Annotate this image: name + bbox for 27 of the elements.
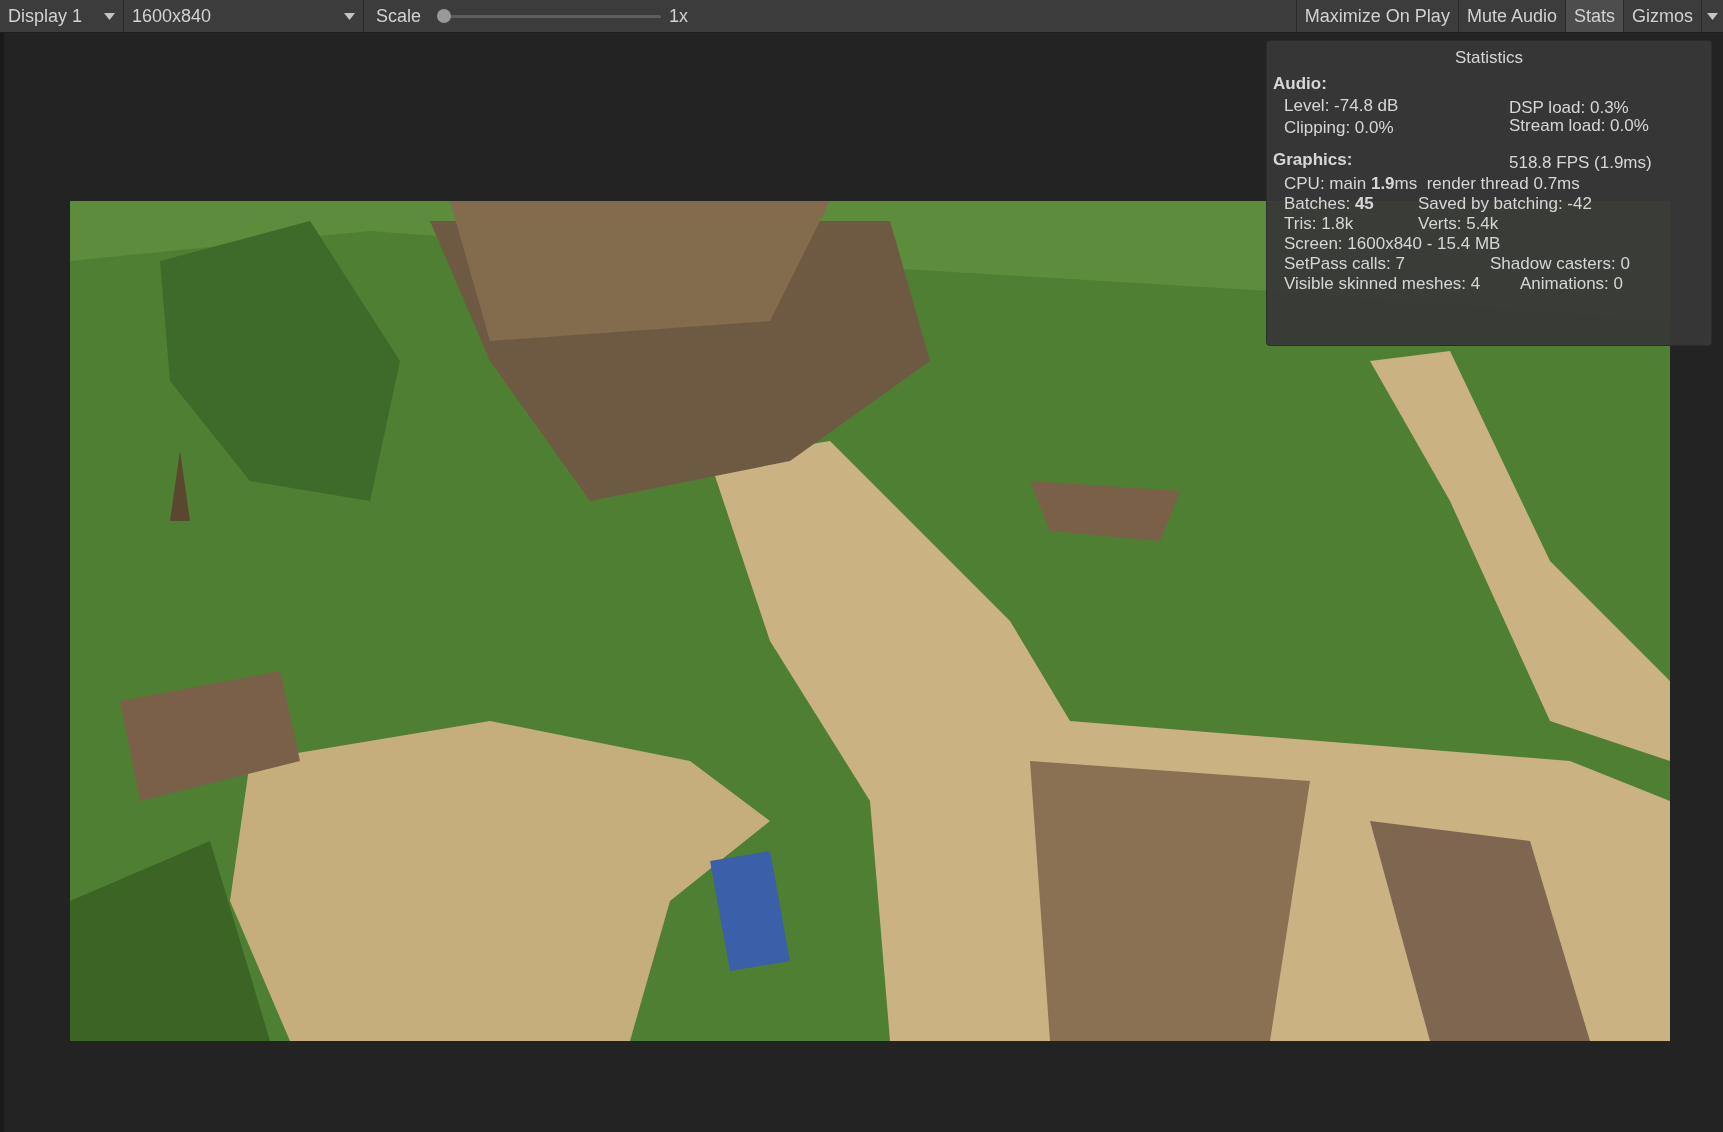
caret-down-icon	[344, 12, 355, 20]
section-heading: Graphics:	[1273, 149, 1354, 171]
scale-label: Scale	[376, 4, 422, 28]
section-heading: Audio:	[1273, 73, 1328, 95]
stat-line: Tris: 1.8k	[1284, 214, 1355, 234]
resolution-dropdown[interactable]: 1600x840	[124, 0, 364, 32]
toolbar-toggle[interactable]: Stats	[1564, 0, 1623, 32]
stat-line: Saved by batching: -42	[1418, 194, 1592, 214]
stat-line: Visible skinned meshes: 4	[1284, 274, 1482, 294]
caret-down-icon	[104, 12, 115, 20]
stat-line: Level: -74.8 dB	[1284, 95, 1400, 117]
stat-line: Shadow casters: 0	[1490, 254, 1630, 274]
stat-line: DSP load: 0.3%	[1509, 99, 1630, 117]
fps-reading: 518.8 FPS (1.9ms)	[1509, 152, 1652, 174]
scale-value: 1x	[669, 4, 689, 28]
panel-title: Statistics	[1454, 47, 1524, 69]
stat-line: CPU: main 1.9ms render thread 0.7ms	[1284, 174, 1580, 194]
stat-line: Screen: 1600x840 - 15.4 MB	[1284, 234, 1501, 254]
caret-down-icon	[1707, 12, 1718, 20]
stat-line: Clipping: 0.0%	[1284, 117, 1395, 139]
stat-line: Stream load: 0.0%	[1509, 117, 1649, 135]
stat-line: Verts: 5.4k	[1418, 214, 1499, 234]
stat-line: SetPass calls: 7	[1284, 254, 1406, 274]
display-dropdown[interactable]: Display 1	[0, 0, 124, 32]
stat-line: Animations: 0	[1520, 274, 1623, 294]
stat-line: Batches: 45	[1284, 194, 1375, 214]
scale-slider[interactable]	[437, 9, 662, 23]
